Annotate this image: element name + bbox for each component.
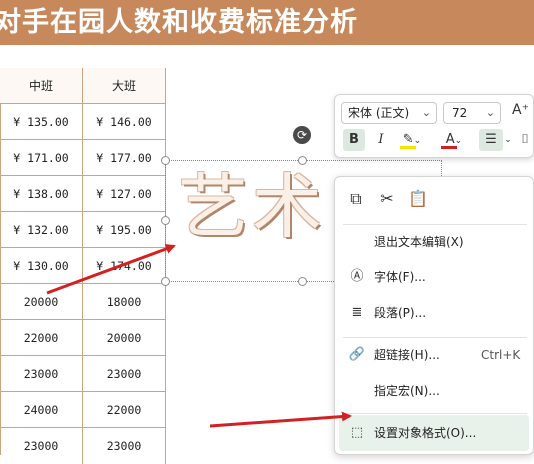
highlighter-icon: ✎	[402, 132, 414, 147]
table-cell[interactable]: ¥ 195.00	[83, 212, 166, 248]
menu-item-format-object[interactable]: ⬚ 设置对象格式(O)...	[339, 415, 529, 451]
table-cell[interactable]: ¥ 130.00	[0, 248, 83, 284]
table-row: 23000 23000	[0, 356, 166, 392]
menu-item-label: 超链接(H)...	[374, 348, 440, 362]
table-row: ¥ 135.00 ¥ 146.00	[0, 104, 166, 140]
table-cell[interactable]: ¥ 127.00	[83, 176, 166, 212]
header-cell-middle-class[interactable]: 中班	[0, 68, 83, 104]
align-button[interactable]: ☰	[479, 129, 503, 151]
table-cell[interactable]: 22000	[0, 320, 83, 356]
table-row: ¥ 138.00 ¥ 127.00	[0, 176, 166, 212]
table-cell[interactable]: 24000	[0, 392, 83, 428]
menu-item-label: 设置对象格式(O)...	[374, 426, 477, 440]
font-icon: Ⓐ	[350, 269, 364, 284]
table-cell[interactable]: ¥ 138.00	[0, 176, 83, 212]
table-cell[interactable]: ¥ 146.00	[83, 104, 166, 140]
menu-item-hyperlink[interactable]: 🔗 超链接(H)... Ctrl+K	[335, 337, 534, 373]
table-cell[interactable]: 18000	[83, 284, 166, 320]
table-row: 23000 23000	[0, 428, 166, 464]
resize-handle[interactable]	[161, 156, 170, 165]
mini-toolbar: 宋体 (正文) ⌄ 72 ⌄ A⁺ B I ✎⌄ A⌄ ☰ ⌄ ⌷	[334, 94, 534, 158]
increase-font-size-icon[interactable]: A⁺	[512, 102, 529, 118]
table-cell[interactable]: 23000	[83, 356, 166, 392]
menu-item-label: 段落(P)...	[374, 306, 427, 320]
table-cell[interactable]: ¥ 174.00	[83, 248, 166, 284]
page-banner-title: 对手在园人数和收费标准分析	[0, 0, 534, 45]
table-cell[interactable]: 23000	[0, 356, 83, 392]
copy-icon[interactable]: ⧉	[345, 189, 367, 209]
table-cell[interactable]: ¥ 135.00	[0, 104, 83, 140]
table-cell[interactable]: ¥ 171.00	[0, 140, 83, 176]
format-painter-icon[interactable]: ⌷	[517, 129, 533, 151]
font-color-letter: A	[445, 132, 455, 147]
cut-icon[interactable]: ✂	[376, 189, 398, 208]
highlight-button[interactable]: ✎⌄	[397, 129, 427, 151]
menu-item-label: 退出文本编辑(X)	[374, 235, 464, 249]
format-object-icon: ⬚	[350, 425, 364, 440]
link-icon: 🔗	[348, 347, 366, 362]
table-cell[interactable]: 20000	[83, 320, 166, 356]
chevron-down-icon: ⌄	[421, 106, 431, 119]
table-cell[interactable]: 20000	[0, 284, 83, 320]
table-row: ¥ 132.00 ¥ 195.00	[0, 212, 166, 248]
table-cell[interactable]: ¥ 132.00	[0, 212, 83, 248]
font-color-button[interactable]: A⌄	[439, 129, 469, 151]
chevron-down-icon: ⌄	[454, 136, 463, 146]
table-row: 24000 22000	[0, 392, 166, 428]
resize-handle[interactable]	[298, 277, 307, 286]
italic-button[interactable]: I	[370, 129, 392, 151]
menu-item-label: 字体(F)...	[374, 270, 426, 284]
table-cell[interactable]: 23000	[83, 428, 166, 464]
resize-handle[interactable]	[161, 277, 170, 286]
menu-item-font[interactable]: Ⓐ 字体(F)...	[335, 259, 534, 295]
clipboard-actions: ⧉ ✂ 📋	[345, 189, 438, 213]
resize-handle[interactable]	[161, 216, 170, 225]
header-cell-senior-class[interactable]: 大班	[83, 68, 166, 104]
menu-item-label: 指定宏(N)...	[374, 384, 440, 398]
font-size-value: 72	[452, 106, 468, 120]
paragraph-icon: ≣	[351, 305, 363, 320]
table-row: ¥ 171.00 ¥ 177.00	[0, 140, 166, 176]
rotate-handle-icon[interactable]: ⟳	[293, 126, 311, 144]
font-size-select[interactable]: 72 ⌄	[443, 102, 501, 124]
bold-button[interactable]: B	[343, 129, 365, 151]
arrow-to-format-object	[209, 411, 352, 428]
table-cell[interactable]: 23000	[0, 428, 83, 464]
spreadsheet: 中班 大班 ¥ 135.00 ¥ 146.00 ¥ 171.00 ¥ 177.0…	[0, 68, 166, 464]
chevron-down-icon: ⌄	[413, 136, 422, 146]
table-cell[interactable]: 22000	[83, 392, 166, 428]
font-color-bar	[441, 146, 457, 149]
font-name-select[interactable]: 宋体 (正文) ⌄	[341, 102, 437, 124]
table-row: ¥ 130.00 ¥ 174.00	[0, 248, 166, 284]
table-row: 20000 18000	[0, 284, 166, 320]
table-row: 22000 20000	[0, 320, 166, 356]
font-name-value: 宋体 (正文)	[348, 106, 410, 120]
menu-item-assign-macro[interactable]: 指定宏(N)...	[335, 373, 534, 409]
menu-item-shortcut: Ctrl+K	[481, 348, 521, 362]
align-center-icon: ☰	[485, 132, 497, 147]
highlight-color-bar	[400, 146, 416, 149]
table-cell[interactable]: ¥ 177.00	[83, 140, 166, 176]
menu-divider	[343, 413, 527, 414]
menu-item-paragraph[interactable]: ≣ 段落(P)...	[335, 295, 534, 331]
context-menu: ⧉ ✂ 📋 退出文本编辑(X) Ⓐ 字体(F)... ≣ 段落(P)... 🔗 超链…	[334, 176, 534, 455]
resize-handle[interactable]	[298, 156, 307, 165]
chevron-down-icon[interactable]: ⌄	[503, 129, 513, 151]
paste-icon[interactable]: 📋	[407, 189, 429, 208]
header-row: 中班 大班	[0, 68, 166, 104]
menu-item-exit-text-edit[interactable]: 退出文本编辑(X)	[335, 224, 534, 260]
chevron-down-icon: ⌄	[485, 106, 495, 119]
